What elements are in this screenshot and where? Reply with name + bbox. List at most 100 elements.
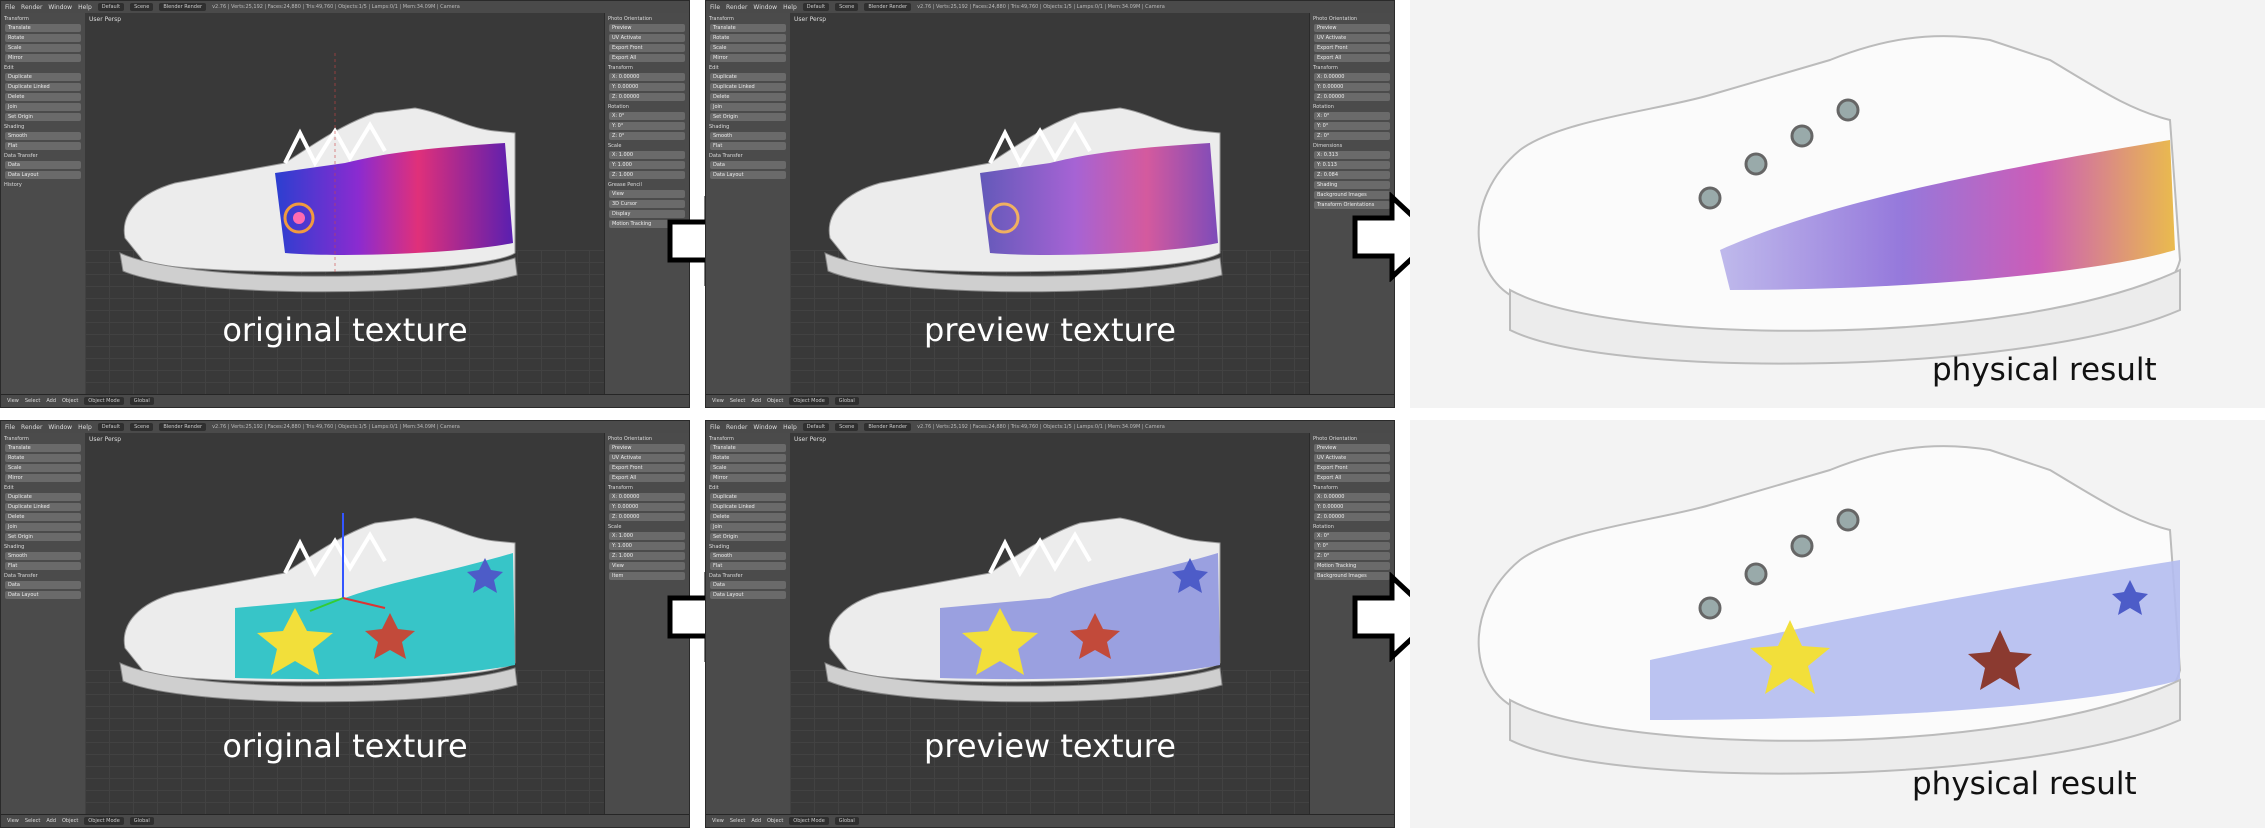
menu-view[interactable]: View: [712, 818, 724, 824]
menu-object[interactable]: Object: [767, 818, 783, 824]
menu-render[interactable]: Render: [726, 424, 747, 431]
location-x-field[interactable]: X: 0.00000: [609, 73, 685, 81]
data-button[interactable]: Data: [5, 161, 81, 169]
menu-add[interactable]: Add: [46, 818, 56, 824]
menu-render[interactable]: Render: [21, 4, 42, 11]
scale-button[interactable]: Scale: [710, 44, 786, 52]
uv-activate-button[interactable]: UV Activate: [1314, 34, 1390, 42]
menu-file[interactable]: File: [710, 4, 720, 11]
rotation-x-field[interactable]: X: 0°: [1314, 112, 1390, 120]
mirror-button[interactable]: Mirror: [710, 54, 786, 62]
rotate-button[interactable]: Rotate: [5, 454, 81, 462]
menu-file[interactable]: File: [5, 4, 15, 11]
duplicate-linked-button[interactable]: Duplicate Linked: [710, 83, 786, 91]
mode-select[interactable]: Object Mode: [789, 397, 829, 405]
menu-file[interactable]: File: [710, 424, 720, 431]
flat-button[interactable]: Flat: [5, 142, 81, 150]
3d-viewport[interactable]: User Persp preview texture: [790, 13, 1310, 395]
menu-add[interactable]: Add: [751, 818, 761, 824]
location-x-field[interactable]: X: 0.00000: [1314, 493, 1390, 501]
location-z-field[interactable]: Z: 0.00000: [609, 93, 685, 101]
menu-file[interactable]: File: [5, 424, 15, 431]
menu-object[interactable]: Object: [767, 398, 783, 404]
engine-select[interactable]: Blender Render: [159, 3, 207, 11]
delete-button[interactable]: Delete: [5, 513, 81, 521]
join-button[interactable]: Join: [710, 523, 786, 531]
export-all-button[interactable]: Export All: [609, 54, 685, 62]
layout-select[interactable]: Default: [97, 3, 125, 11]
layout-select[interactable]: Default: [802, 423, 830, 431]
data-layout-button[interactable]: Data Layout: [710, 591, 786, 599]
dimension-y-field[interactable]: Y: 0.113: [1314, 161, 1390, 169]
mirror-button[interactable]: Mirror: [5, 54, 81, 62]
location-y-field[interactable]: Y: 0.00000: [609, 503, 685, 511]
scale-y-field[interactable]: Y: 1.000: [609, 542, 685, 550]
menu-select[interactable]: Select: [730, 398, 745, 404]
3d-viewport[interactable]: User Persp original texture: [85, 433, 605, 815]
location-z-field[interactable]: Z: 0.00000: [1314, 513, 1390, 521]
mode-select[interactable]: Object Mode: [84, 397, 124, 405]
export-all-button[interactable]: Export All: [1314, 474, 1390, 482]
menu-view[interactable]: View: [7, 398, 19, 404]
set-origin-button[interactable]: Set Origin: [5, 113, 81, 121]
set-origin-button[interactable]: Set Origin: [710, 113, 786, 121]
duplicate-button[interactable]: Duplicate: [710, 73, 786, 81]
uv-activate-button[interactable]: UV Activate: [609, 454, 685, 462]
scale-z-field[interactable]: Z: 1.000: [609, 171, 685, 179]
flat-button[interactable]: Flat: [710, 562, 786, 570]
join-button[interactable]: Join: [5, 523, 81, 531]
scale-button[interactable]: Scale: [5, 464, 81, 472]
engine-select[interactable]: Blender Render: [864, 3, 912, 11]
delete-button[interactable]: Delete: [5, 93, 81, 101]
set-origin-button[interactable]: Set Origin: [710, 533, 786, 541]
rotation-y-field[interactable]: Y: 0°: [1314, 122, 1390, 130]
data-layout-button[interactable]: Data Layout: [5, 171, 81, 179]
rotate-button[interactable]: Rotate: [710, 34, 786, 42]
smooth-button[interactable]: Smooth: [5, 552, 81, 560]
menu-render[interactable]: Render: [21, 424, 42, 431]
menu-window[interactable]: Window: [753, 4, 777, 11]
smooth-button[interactable]: Smooth: [710, 552, 786, 560]
duplicate-linked-button[interactable]: Duplicate Linked: [5, 83, 81, 91]
orientation-select[interactable]: Global: [129, 817, 154, 825]
export-front-button[interactable]: Export Front: [609, 44, 685, 52]
duplicate-button[interactable]: Duplicate: [5, 73, 81, 81]
rotation-x-field[interactable]: X: 0°: [609, 112, 685, 120]
preview-button[interactable]: Preview: [609, 444, 685, 452]
data-layout-button[interactable]: Data Layout: [5, 591, 81, 599]
rotation-y-field[interactable]: Y: 0°: [609, 122, 685, 130]
rotation-y-field[interactable]: Y: 0°: [1314, 542, 1390, 550]
data-button[interactable]: Data: [710, 581, 786, 589]
export-all-button[interactable]: Export All: [609, 474, 685, 482]
layout-select[interactable]: Default: [97, 423, 125, 431]
view-toggle[interactable]: View: [609, 562, 685, 570]
rotate-button[interactable]: Rotate: [710, 454, 786, 462]
rotation-z-field[interactable]: Z: 0°: [1314, 132, 1390, 140]
location-z-field[interactable]: Z: 0.00000: [1314, 93, 1390, 101]
data-button[interactable]: Data: [5, 581, 81, 589]
rotation-z-field[interactable]: Z: 0°: [609, 132, 685, 140]
scale-z-field[interactable]: Z: 1.000: [609, 552, 685, 560]
dimension-x-field[interactable]: X: 0.313: [1314, 151, 1390, 159]
scene-select[interactable]: Scene: [130, 423, 154, 431]
orientation-select[interactable]: Global: [834, 817, 859, 825]
location-y-field[interactable]: Y: 0.00000: [1314, 83, 1390, 91]
mode-select[interactable]: Object Mode: [84, 817, 124, 825]
menu-object[interactable]: Object: [62, 818, 78, 824]
menu-help[interactable]: Help: [78, 424, 92, 431]
orientation-select[interactable]: Global: [129, 397, 154, 405]
export-all-button[interactable]: Export All: [1314, 54, 1390, 62]
3d-viewport[interactable]: User Persp original texture: [85, 13, 605, 395]
dimension-z-field[interactable]: Z: 0.084: [1314, 171, 1390, 179]
smooth-button[interactable]: Smooth: [5, 132, 81, 140]
join-button[interactable]: Join: [710, 103, 786, 111]
location-x-field[interactable]: X: 0.00000: [609, 493, 685, 501]
scene-select[interactable]: Scene: [835, 3, 859, 11]
menu-window[interactable]: Window: [48, 424, 72, 431]
menu-render[interactable]: Render: [726, 4, 747, 11]
location-z-field[interactable]: Z: 0.00000: [609, 513, 685, 521]
menu-object[interactable]: Object: [62, 398, 78, 404]
translate-button[interactable]: Translate: [710, 24, 786, 32]
flat-button[interactable]: Flat: [5, 562, 81, 570]
translate-button[interactable]: Translate: [5, 24, 81, 32]
